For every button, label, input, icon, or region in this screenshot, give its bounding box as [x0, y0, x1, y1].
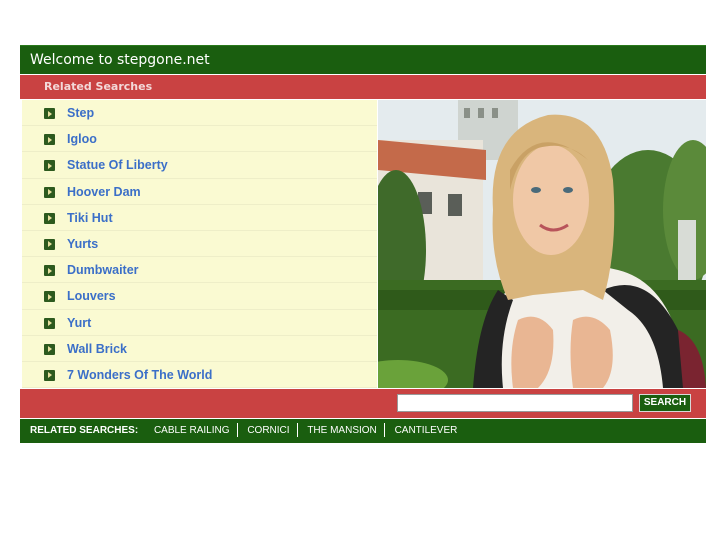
- list-item: Step: [22, 100, 377, 127]
- search-link-tiki-hut[interactable]: Tiki Hut: [67, 211, 113, 225]
- list-item: Statue Of Liberty: [22, 152, 377, 179]
- hero-photo: [378, 100, 706, 388]
- page-title: Welcome to stepgone.net: [20, 45, 706, 74]
- list-item: Tiki Hut: [22, 205, 377, 231]
- list-item: Yurt: [22, 310, 377, 336]
- list-item: Hoover Dam: [22, 179, 377, 205]
- arrow-bullet-icon: [44, 343, 55, 355]
- search-link-yurt[interactable]: Yurt: [67, 316, 91, 330]
- footer-link-cable-railing[interactable]: CABLE RAILING: [147, 425, 237, 436]
- footer-link-cornici[interactable]: CORNICI: [240, 425, 296, 436]
- search-input[interactable]: [397, 394, 633, 412]
- search-bar: SEARCH: [20, 389, 706, 418]
- arrow-bullet-icon: [44, 186, 55, 198]
- search-link-hoover-dam[interactable]: Hoover Dam: [67, 185, 141, 199]
- list-item: 7 Wonders Of The World: [22, 362, 377, 389]
- arrow-bullet-icon: [44, 108, 55, 119]
- search-link-7-wonders[interactable]: 7 Wonders Of The World: [67, 368, 212, 382]
- list-item: Yurts: [22, 231, 377, 258]
- footer-label: RELATED SEARCHES:: [30, 425, 139, 436]
- main-content: Step Igloo Statue Of Liberty Hoover Dam …: [20, 100, 706, 389]
- student-photo-illustration: [378, 100, 706, 388]
- list-item: Igloo: [22, 126, 377, 153]
- footer-link-cantilever[interactable]: CANTILEVER: [388, 425, 465, 436]
- footer-link-the-mansion[interactable]: THE MANSION: [300, 425, 383, 436]
- divider: [383, 423, 385, 438]
- arrow-bullet-icon: [44, 317, 55, 329]
- arrow-bullet-icon: [44, 134, 55, 146]
- list-item: Dumbwaiter: [22, 257, 377, 284]
- search-link-louvers[interactable]: Louvers: [67, 289, 116, 303]
- search-link-wall-brick[interactable]: Wall Brick: [67, 342, 127, 356]
- search-link-statue-of-liberty[interactable]: Statue Of Liberty: [67, 158, 168, 172]
- search-link-yurts[interactable]: Yurts: [67, 237, 98, 251]
- divider: [236, 423, 238, 438]
- related-searches-list: Step Igloo Statue Of Liberty Hoover Dam …: [22, 100, 377, 389]
- list-item: Wall Brick: [22, 336, 377, 362]
- search-link-dumbwaiter[interactable]: Dumbwaiter: [67, 263, 139, 277]
- related-searches-heading: Related Searches: [20, 75, 706, 99]
- page-container: Welcome to stepgone.net Related Searches…: [20, 45, 706, 443]
- arrow-bullet-icon: [44, 265, 55, 277]
- search-button[interactable]: SEARCH: [639, 394, 691, 412]
- arrow-bullet-icon: [44, 369, 55, 381]
- search-link-igloo[interactable]: Igloo: [67, 132, 97, 146]
- divider: [296, 423, 298, 438]
- arrow-bullet-icon: [44, 291, 55, 303]
- arrow-bullet-icon: [44, 160, 55, 172]
- arrow-bullet-icon: [44, 212, 55, 224]
- footer-related-searches: RELATED SEARCHES: CABLE RAILING CORNICI …: [20, 419, 706, 443]
- list-item: Louvers: [22, 283, 377, 310]
- arrow-bullet-icon: [44, 238, 55, 250]
- search-link-step[interactable]: Step: [67, 106, 94, 120]
